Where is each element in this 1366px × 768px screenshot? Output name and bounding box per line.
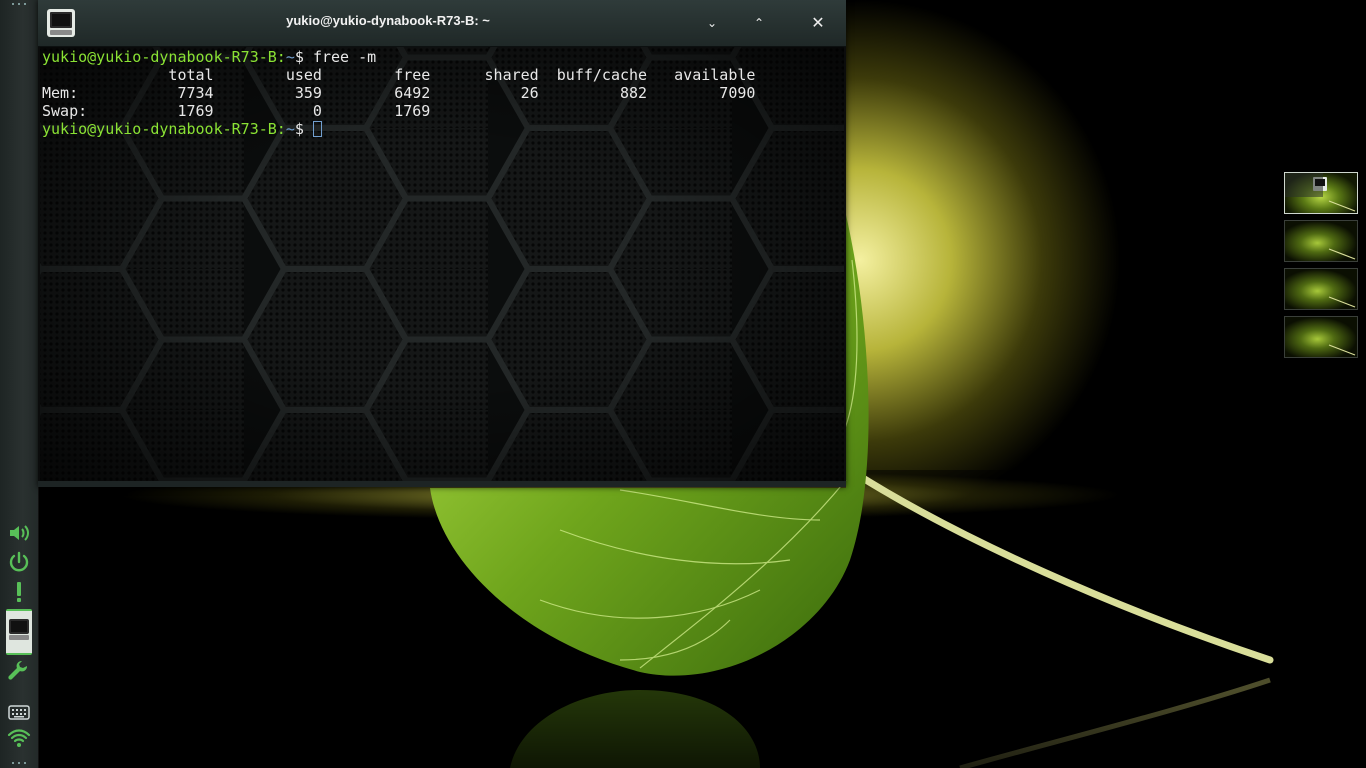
workspace-4[interactable] [1284,316,1358,358]
output-row-swap: Swap: 1769 0 1769 [42,102,431,120]
power-icon[interactable] [7,550,31,574]
keyboard-icon[interactable] [7,700,31,724]
prompt-user: yukio@yukio-dynabook-R73-B: [42,120,286,138]
volume-icon[interactable] [7,521,31,545]
workspace-pager [1282,170,1358,360]
output-header: total used free shared buff/cache availa… [42,66,756,84]
prompt-path: ~ [285,120,295,138]
terminal-text: yukio@yukio-dynabook-R73-B:~$ free -m to… [42,48,755,138]
workspace-1[interactable] [1284,172,1358,214]
workspace-2[interactable] [1284,220,1358,262]
window-bottom-border[interactable] [38,481,846,487]
close-button[interactable]: ✕ [806,11,830,35]
panel-handle-bottom[interactable] [11,760,27,766]
alert-icon[interactable] [7,580,31,604]
output-row-mem: Mem: 7734 359 6492 26 882 7090 [42,84,756,102]
maximize-button[interactable]: ⌃ [747,11,771,35]
prompt-path: ~ [285,48,295,66]
terminal-task-icon[interactable] [6,609,32,655]
command-text: free -m [312,48,377,66]
workspace-3[interactable] [1284,268,1358,310]
window-title: yukio@yukio-dynabook-R73-B: ~ [286,13,490,28]
terminal-output-area[interactable]: yukio@yukio-dynabook-R73-B:~$ free -m to… [40,47,844,481]
minimize-button[interactable]: ⌄ [700,11,724,35]
panel-handle-top[interactable] [11,1,27,7]
prompt-symbol: $ [294,48,313,66]
terminal-window[interactable]: yukio@yukio-dynabook-R73-B: ~ ⌄ ⌃ ✕ yuki… [38,0,846,487]
wrench-icon[interactable] [7,660,31,684]
prompt-user: yukio@yukio-dynabook-R73-B: [42,48,286,66]
text-cursor [312,121,322,137]
left-panel [0,0,39,768]
prompt-symbol: $ [294,120,313,138]
wifi-icon[interactable] [7,726,31,750]
window-titlebar[interactable]: yukio@yukio-dynabook-R73-B: ~ ⌄ ⌃ ✕ [38,0,846,47]
